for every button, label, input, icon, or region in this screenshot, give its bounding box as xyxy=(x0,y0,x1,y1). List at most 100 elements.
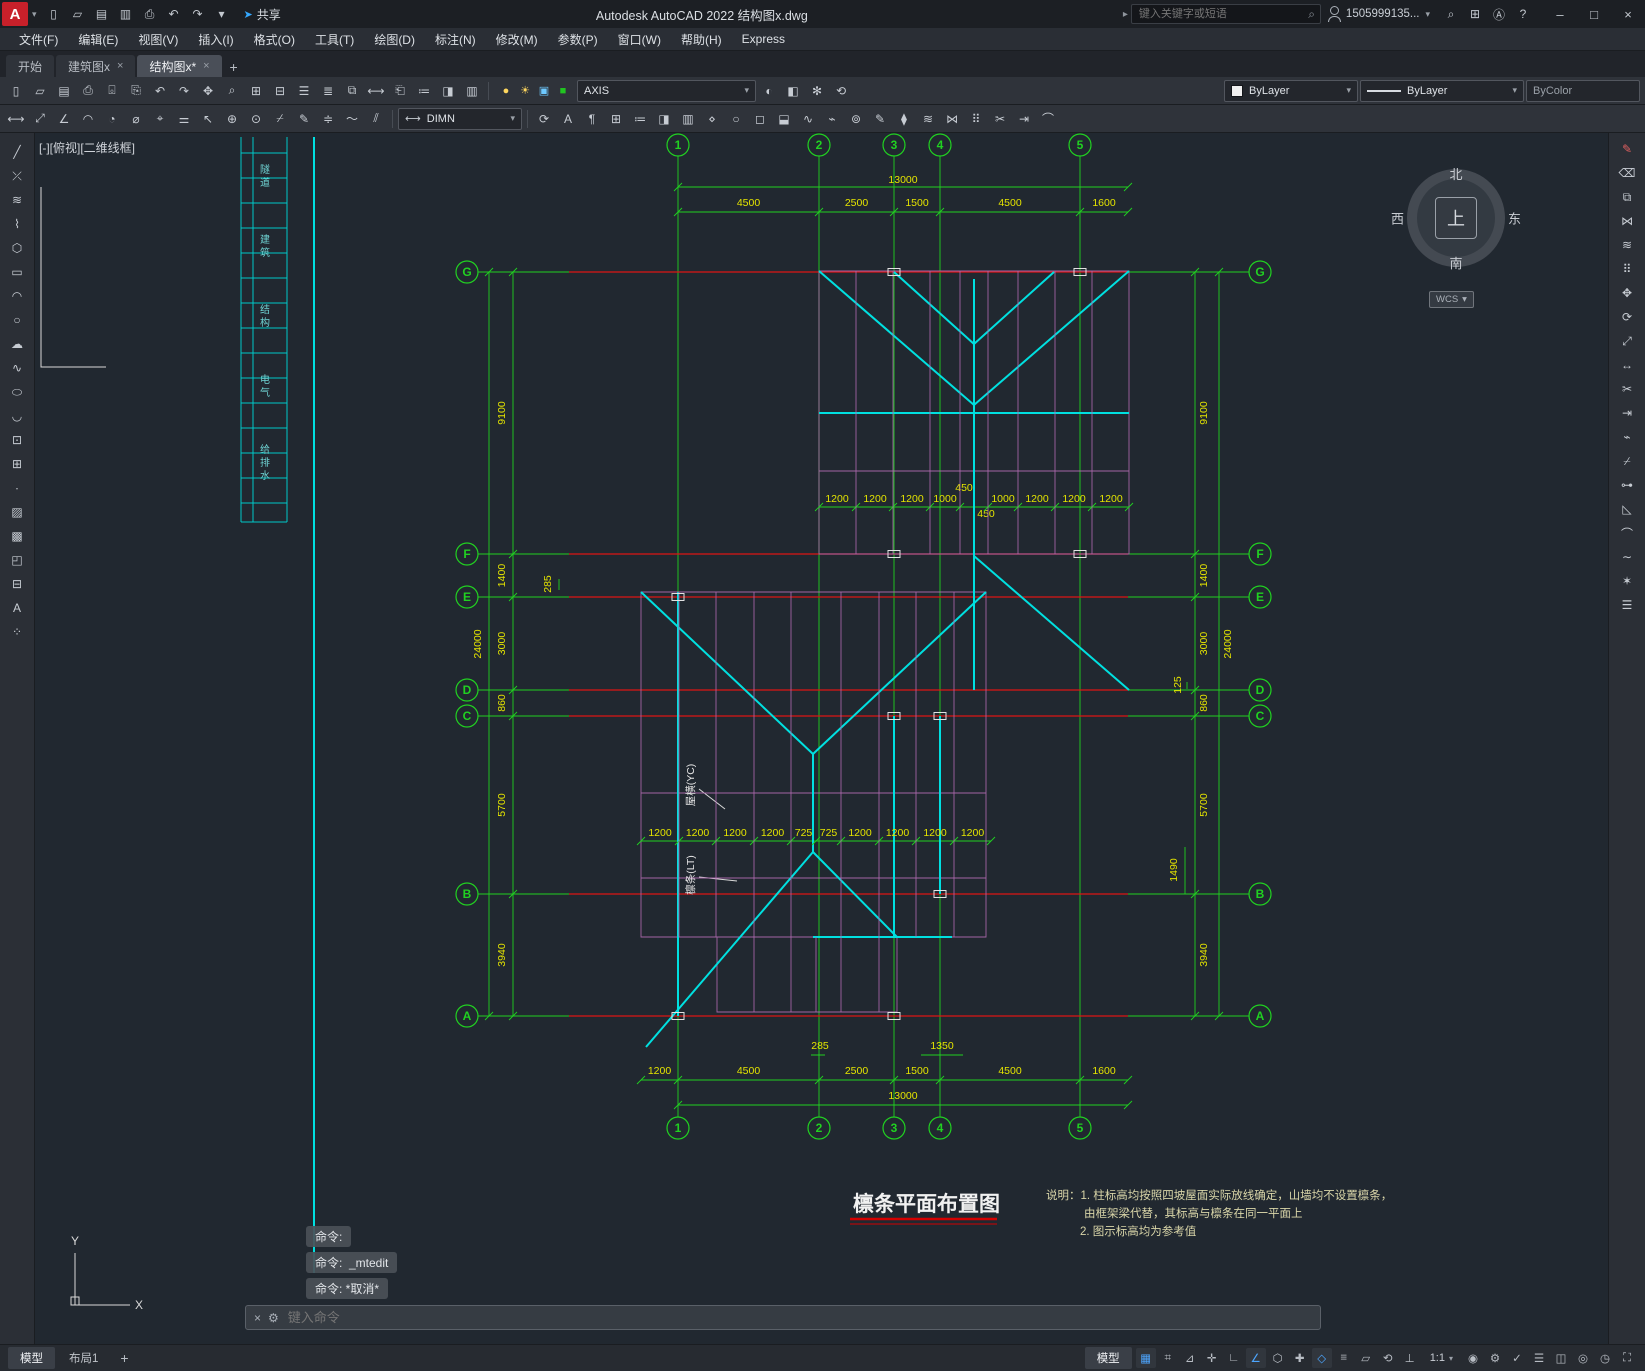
create-block-icon[interactable]: ⊞ xyxy=(6,453,28,475)
undo-icon[interactable]: ↶ xyxy=(163,3,185,25)
layout-tab-模型[interactable]: 模型 xyxy=(8,1347,55,1369)
isometric-drafting-icon[interactable]: ⬡ xyxy=(1268,1348,1288,1368)
edit-polyline-icon[interactable]: ✎ xyxy=(869,108,891,130)
app-store-icon[interactable]: ⊞ xyxy=(1464,3,1486,25)
erase-icon[interactable]: ⌫ xyxy=(1616,162,1638,184)
menu-文件[interactable]: 文件(F) xyxy=(10,29,67,50)
open-file-icon[interactable]: ▱ xyxy=(67,3,89,25)
dim-angular-icon[interactable]: ∠ xyxy=(53,108,75,130)
edit-pencil-icon[interactable]: ✎ xyxy=(1616,138,1638,160)
plot-icon[interactable]: ⎙ xyxy=(139,3,161,25)
wipeout-icon[interactable]: ⬓ xyxy=(773,108,795,130)
new-tab-button[interactable]: + xyxy=(224,57,244,77)
viewport-controls[interactable]: [-][俯视][二维线框] xyxy=(39,139,135,156)
clean-screen-icon[interactable]: ⛶ xyxy=(1617,1348,1637,1368)
redo-icon[interactable]: ↷ xyxy=(173,80,195,102)
donut-icon[interactable]: ⊚ xyxy=(845,108,867,130)
point-style-icon[interactable]: ⁘ xyxy=(6,621,28,643)
share-button[interactable]: ➤ 共享 xyxy=(244,6,281,23)
wcs-menu[interactable]: WCS ▾ xyxy=(1429,291,1474,308)
view-compass[interactable]: 北 南 西 东 上 WCS ▾ xyxy=(1391,163,1521,308)
circle-tool-icon[interactable]: ○ xyxy=(725,108,747,130)
transparency-icon[interactable]: ▱ xyxy=(1356,1348,1376,1368)
dim-linear-icon[interactable]: ⟷ xyxy=(5,108,27,130)
layer-combo[interactable]: AXIS ▾ xyxy=(577,79,756,102)
zoom-window-icon[interactable]: ⊞ xyxy=(245,80,267,102)
annotation-visibility-icon[interactable]: ◉ xyxy=(1463,1348,1483,1368)
zoom-previous-icon[interactable]: ⊟ xyxy=(269,80,291,102)
grid-display-icon[interactable]: ▦ xyxy=(1135,1348,1156,1368)
autodesk-apps-icon[interactable]: Ⓐ xyxy=(1488,3,1510,25)
multiline-icon[interactable]: ≋ xyxy=(6,189,28,211)
move-icon[interactable]: ✥ xyxy=(1616,282,1638,304)
properties-panel-icon[interactable]: ☰ xyxy=(1616,594,1638,616)
object-snap-icon[interactable]: ◇ xyxy=(1311,1348,1332,1368)
fillet-icon[interactable]: ⌒ xyxy=(1616,522,1638,544)
menu-窗口[interactable]: 窗口(W) xyxy=(609,29,670,50)
solid-fill-icon[interactable]: ⧫ xyxy=(893,108,915,130)
menu-视图[interactable]: 视图(V) xyxy=(129,29,187,50)
plan-svg[interactable]: 檩条平面布置图 说明：1. 柱标高均按照四坡屋面实际放线确定，山墙均不设置檩条，… xyxy=(35,133,1610,1348)
xref-attach-icon[interactable]: ▥ xyxy=(677,108,699,130)
polar-tracking-icon[interactable]: ∠ xyxy=(1245,1348,1266,1368)
publish-icon[interactable]: ⎘ xyxy=(125,80,147,102)
color-combo[interactable]: ByLayer ▾ xyxy=(1224,79,1358,102)
layer-freeze-icon[interactable]: ✻ xyxy=(806,80,828,102)
undo-icon[interactable]: ↶ xyxy=(149,80,171,102)
tolerance-icon[interactable]: ⊕ xyxy=(221,108,243,130)
center-mark-icon[interactable]: ⊙ xyxy=(245,108,267,130)
quick-dim-icon[interactable]: ⚌ xyxy=(173,108,195,130)
save-as-icon[interactable]: ▥ xyxy=(115,3,137,25)
plotstyle-combo[interactable]: ByColor xyxy=(1526,79,1640,102)
annotation-monitor-icon[interactable]: ✓ xyxy=(1507,1348,1527,1368)
mirror-tool-icon[interactable]: ⋈ xyxy=(941,108,963,130)
spline-icon[interactable]: ∿ xyxy=(6,357,28,379)
snap-mode-icon[interactable]: ⌗ xyxy=(1158,1348,1178,1368)
table-tool-icon[interactable]: ⊟ xyxy=(6,573,28,595)
edit-dim-icon[interactable]: ✎ xyxy=(293,108,315,130)
copy-icon[interactable]: ⧉ xyxy=(1616,186,1638,208)
dim-space-icon[interactable]: ≑ xyxy=(317,108,339,130)
offset-tool-icon[interactable]: ≋ xyxy=(917,108,939,130)
selection-cycling-icon[interactable]: ⟲ xyxy=(1378,1348,1398,1368)
ortho-mode-icon[interactable]: ∟ xyxy=(1224,1348,1244,1368)
doc-tab-建筑图x[interactable]: 建筑图x × xyxy=(56,55,136,77)
extend-tool-icon[interactable]: ⇥ xyxy=(1013,108,1035,130)
menu-Express[interactable]: Express xyxy=(733,30,794,48)
spline-edit-icon[interactable]: ∿ xyxy=(797,108,819,130)
dynamic-ucs-icon[interactable]: ⊥ xyxy=(1400,1348,1420,1368)
search-collapse-icon[interactable]: ▸ xyxy=(1123,9,1128,20)
doc-tab-开始[interactable]: 开始 xyxy=(6,55,55,77)
line-icon[interactable]: ╱ xyxy=(6,141,28,163)
account-menu[interactable]: 1505999135... ▾ xyxy=(1327,6,1433,22)
array-icon[interactable]: ⠿ xyxy=(1616,258,1638,280)
dim-update-icon[interactable]: ⟳ xyxy=(533,108,555,130)
measure-icon[interactable]: ⟷ xyxy=(365,80,387,102)
field-icon[interactable]: ≔ xyxy=(413,80,435,102)
workspace-dropdown-icon[interactable]: ▾ xyxy=(211,3,233,25)
dim-arc-icon[interactable]: ◠ xyxy=(77,108,99,130)
minimize-icon[interactable]: – xyxy=(1543,0,1577,28)
object-snap-tracking-icon[interactable]: ✚ xyxy=(1290,1348,1310,1368)
rectangle-icon[interactable]: ▭ xyxy=(6,261,28,283)
menu-标注[interactable]: 标注(N) xyxy=(426,29,485,50)
polygon-icon[interactable]: ⬡ xyxy=(6,237,28,259)
stretch-icon[interactable]: ↔ xyxy=(1616,354,1638,376)
search-icon[interactable]: ⌕ xyxy=(1308,7,1315,22)
layer-unlock-icon[interactable]: ▣ xyxy=(536,83,552,99)
block-edit-icon[interactable]: ◨ xyxy=(653,108,675,130)
field-insert-icon[interactable]: ≔ xyxy=(629,108,651,130)
circle-icon[interactable]: ○ xyxy=(6,309,28,331)
paste-icon[interactable]: ⎗ xyxy=(389,80,411,102)
compass-west[interactable]: 西 xyxy=(1391,209,1404,228)
close-tab-icon[interactable]: × xyxy=(203,60,209,72)
region-icon[interactable]: ◰ xyxy=(6,549,28,571)
ellipse-icon[interactable]: ⬭ xyxy=(6,381,28,403)
dim-radius-icon[interactable]: ◔ xyxy=(101,108,123,130)
open-icon[interactable]: ▱ xyxy=(29,80,51,102)
point-tool-icon[interactable]: ⋄ xyxy=(701,108,723,130)
revision-cloud-icon[interactable]: ☁ xyxy=(6,333,28,355)
hatch-icon[interactable]: ▨ xyxy=(6,501,28,523)
mleader-icon[interactable]: ↖ xyxy=(197,108,219,130)
pan-icon[interactable]: ✥ xyxy=(197,80,219,102)
